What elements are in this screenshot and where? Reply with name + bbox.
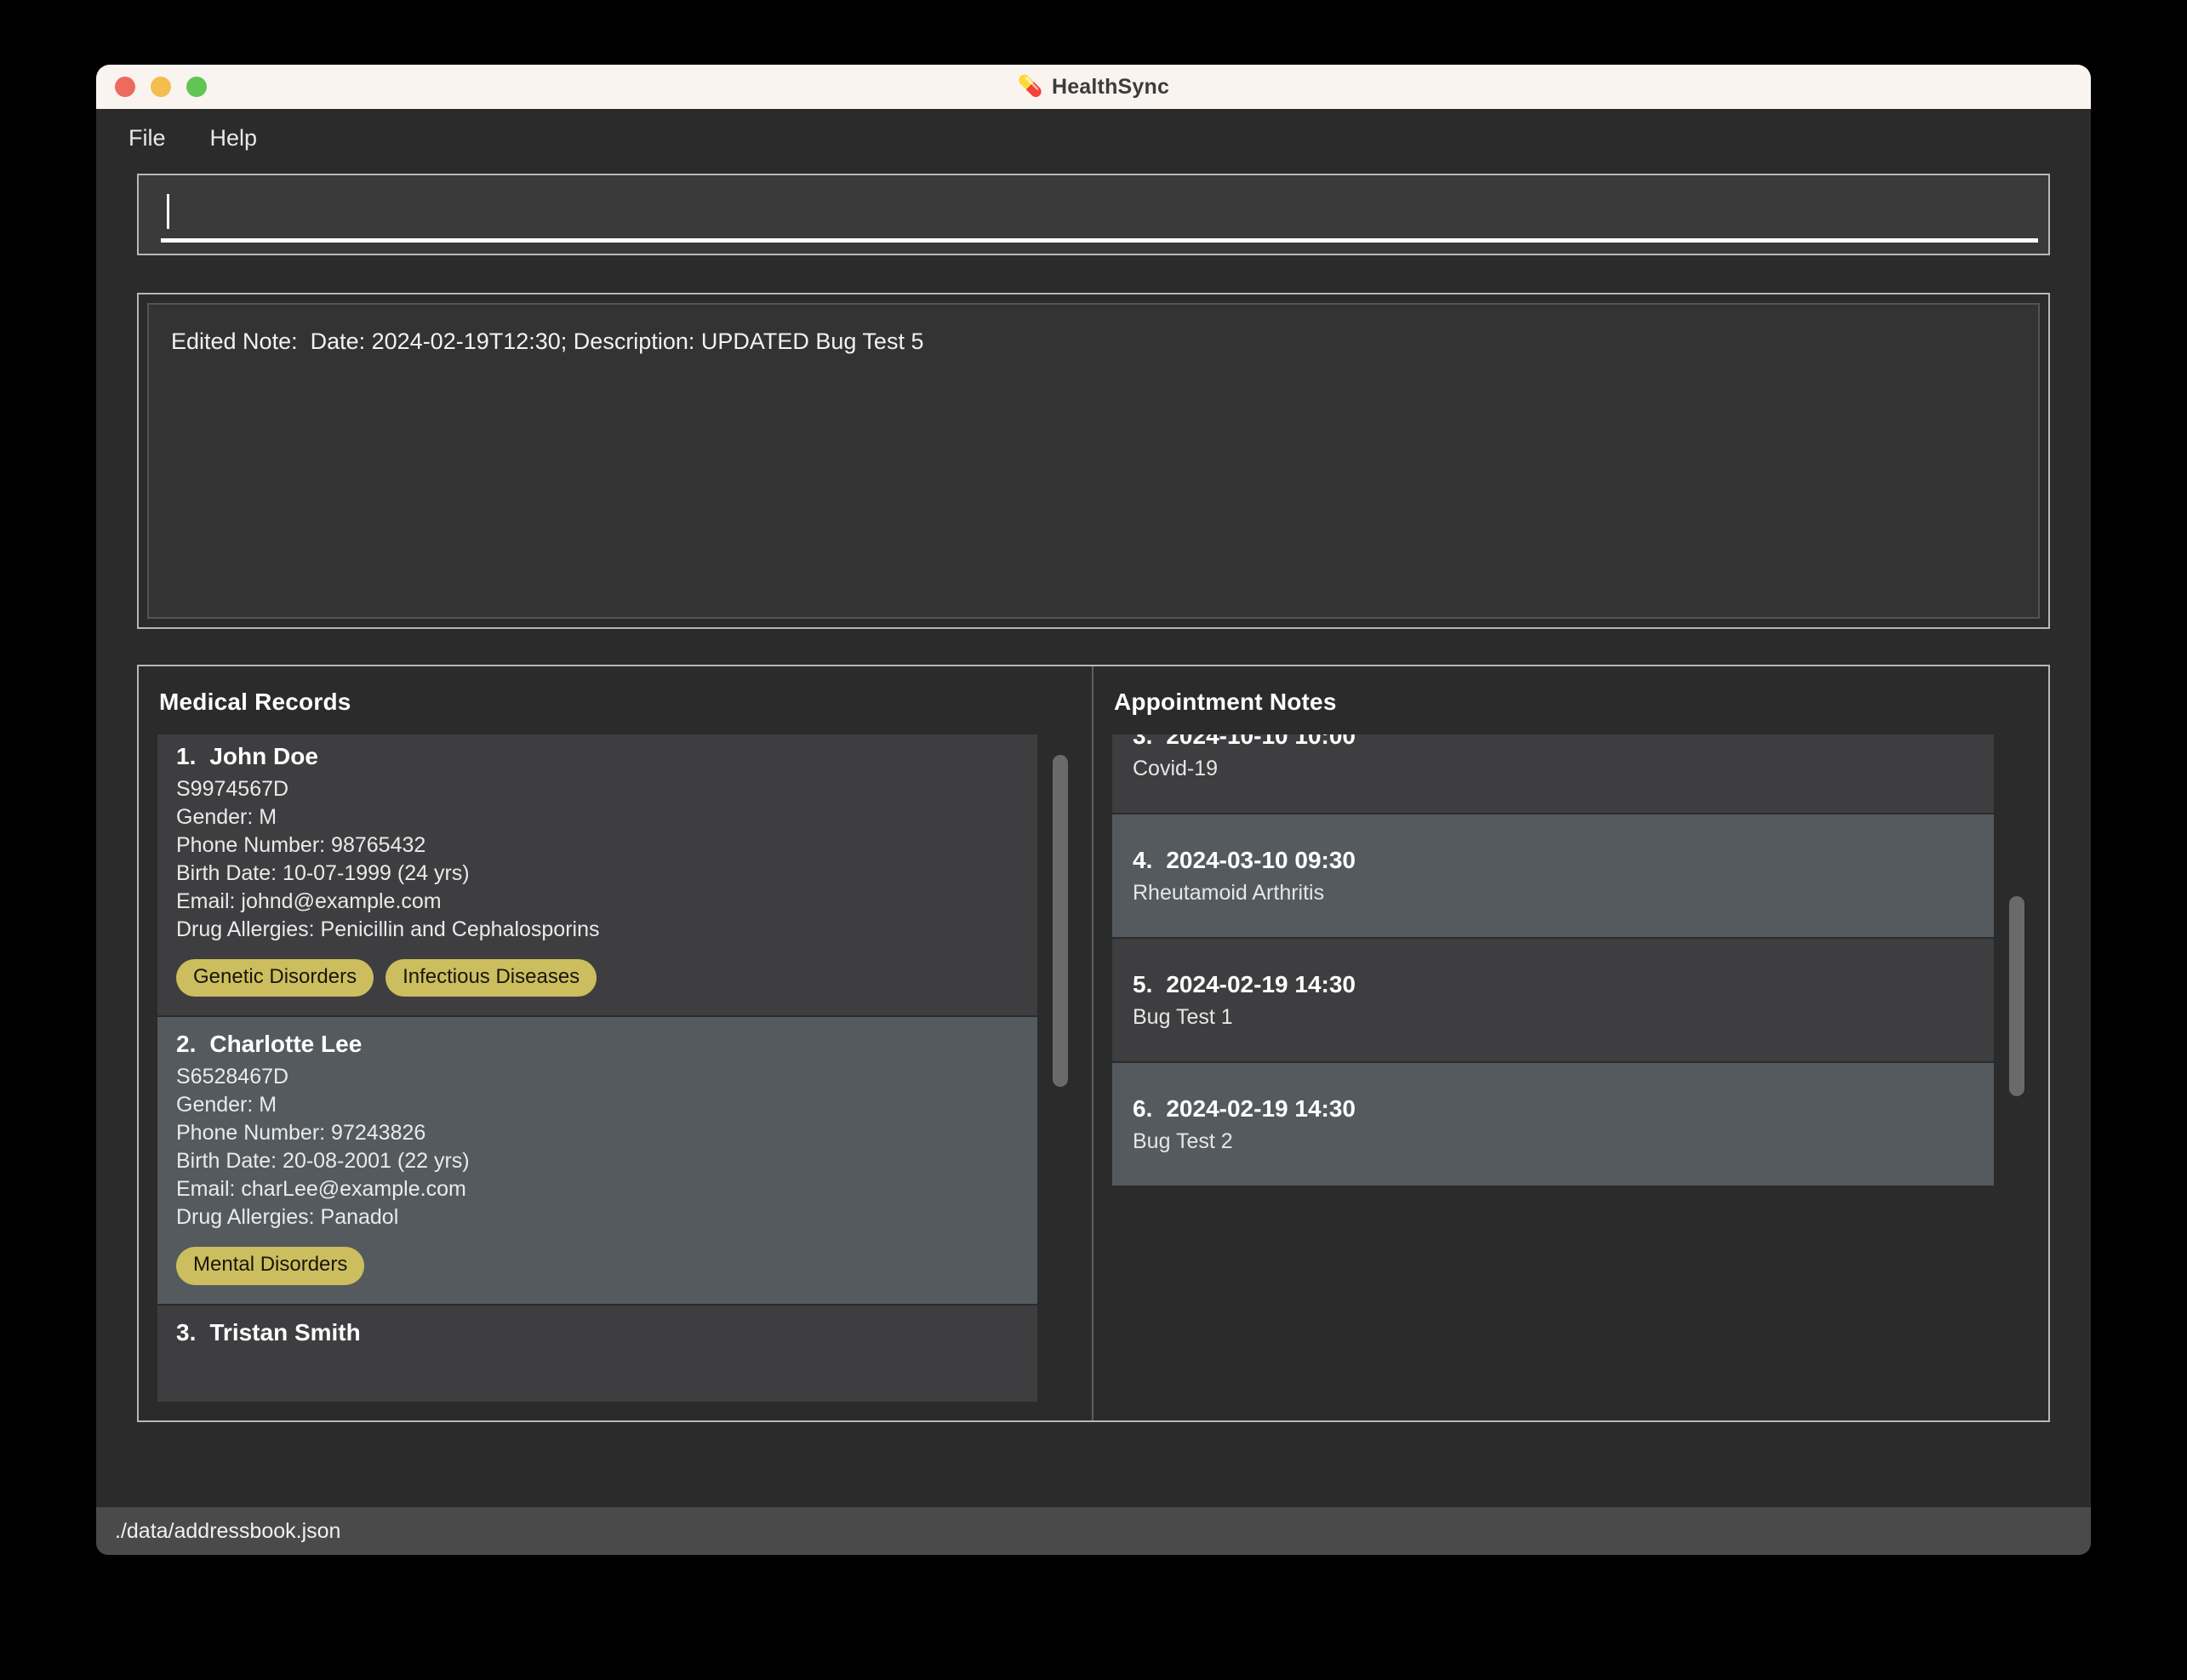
medical-record-birthdate: Birth Date: 20-08-2001 (22 yrs) — [176, 1149, 470, 1174]
window-title: 💊 HealthSync — [1018, 75, 1169, 100]
appointment-note-card[interactable]: 4. 2024-03-10 09:30 Rheutamoid Arthritis — [1112, 814, 1994, 937]
medical-record-name: Tristan Smith — [209, 1318, 361, 1346]
result-display-text: Edited Note: Date: 2024-02-19T12:30; Des… — [171, 329, 924, 354]
pill-icon: 💊 — [1017, 75, 1043, 98]
medical-record-tags: Genetic Disorders Infectious Diseases — [176, 959, 1019, 997]
minimize-button[interactable] — [151, 77, 171, 97]
medical-record-phone: Phone Number: 98765432 — [176, 833, 426, 857]
window-body: Edited Note: Date: 2024-02-19T12:30; Des… — [96, 167, 2091, 1555]
medical-record-nric: S9974567D — [176, 777, 289, 801]
medical-record-allergies: Drug Allergies: Penicillin and Cephalosp… — [176, 917, 600, 941]
window-controls — [115, 77, 207, 97]
application-window: 💊 HealthSync File Help Edited Note: Date… — [96, 65, 2091, 1555]
tag-chip[interactable]: Mental Disorders — [176, 1247, 365, 1285]
menu-item-file[interactable]: File — [122, 122, 173, 155]
appointment-note-datetime: 2024-10-10 10:00 — [1166, 734, 1356, 749]
medical-record-card[interactable]: 2. Charlotte Lee S6528467D Gender: M Pho… — [157, 1017, 1037, 1304]
scrollbar-thumb[interactable] — [1053, 755, 1068, 1087]
text-caret — [167, 194, 169, 229]
window-title-text: HealthSync — [1051, 74, 1170, 99]
appointment-note-datetime: 2024-02-19 14:30 — [1166, 970, 1356, 997]
appointment-note-header: 6. 2024-02-19 14:30 — [1133, 1095, 1973, 1123]
medical-record-card[interactable]: 3. Tristan Smith — [157, 1305, 1037, 1402]
appointment-note-description: Bug Test 1 — [1133, 1004, 1233, 1029]
window-titlebar: 💊 HealthSync — [96, 65, 2091, 109]
appointment-note-index: 6. — [1133, 1094, 1153, 1122]
appointment-note-card[interactable]: 6. 2024-02-19 14:30 Bug Test 2 — [1112, 1063, 1994, 1186]
appointment-notes-panel: Appointment Notes 3. 2024-10-10 10:00 Co… — [1094, 666, 2048, 1420]
menu-item-help[interactable]: Help — [203, 122, 265, 155]
medical-records-viewport: 1. John Doe S9974567D Gender: M Phone Nu… — [157, 734, 1073, 1402]
medical-record-card[interactable]: 1. John Doe S9974567D Gender: M Phone Nu… — [157, 734, 1037, 1016]
result-display-box: Edited Note: Date: 2024-02-19T12:30; Des… — [137, 293, 2050, 629]
appointment-note-header: 3. 2024-10-10 10:00 — [1133, 734, 1973, 750]
medical-record-index: 1. — [176, 743, 197, 769]
medical-record-header: 3. Tristan Smith — [176, 1319, 1019, 1346]
medical-records-scrollbar[interactable] — [1053, 734, 1068, 1402]
medical-record-birthdate: Birth Date: 10-07-1999 (24 yrs) — [176, 861, 470, 885]
appointment-note-index: 5. — [1133, 970, 1153, 997]
appointment-note-datetime: 2024-03-10 09:30 — [1166, 846, 1356, 873]
menu-bar: File Help — [96, 109, 2091, 167]
medical-record-email: Email: johnd@example.com — [176, 889, 442, 913]
medical-record-nric: S6528467D — [176, 1065, 289, 1089]
medical-record-allergies: Drug Allergies: Panadol — [176, 1205, 399, 1230]
appointment-note-description: Covid-19 — [1133, 756, 1219, 780]
medical-record-index: 3. — [176, 1318, 197, 1346]
medical-record-phone: Phone Number: 97243826 — [176, 1121, 426, 1146]
status-bar-file-path: ./data/addressbook.json — [115, 1518, 341, 1543]
medical-record-header: 1. John Doe — [176, 743, 1019, 770]
lists-container: Medical Records 1. John Doe S9974567D Ge… — [137, 665, 2050, 1422]
medical-records-title: Medical Records — [159, 689, 351, 715]
appointment-notes-scrollbar[interactable] — [2009, 734, 2024, 1402]
medical-record-name: John Doe — [209, 743, 318, 769]
appointment-note-card[interactable]: 5. 2024-02-19 14:30 Bug Test 1 — [1112, 939, 1994, 1061]
appointment-note-description: Rheutamoid Arthritis — [1133, 880, 1325, 905]
appointment-note-header: 4. 2024-03-10 09:30 — [1133, 847, 1973, 874]
close-button[interactable] — [115, 77, 135, 97]
command-input-underline — [161, 238, 2038, 243]
medical-record-tags: Mental Disorders — [176, 1247, 1019, 1285]
appointment-note-header: 5. 2024-02-19 14:30 — [1133, 971, 1973, 998]
medical-record-email: Email: charLee@example.com — [176, 1177, 466, 1202]
medical-record-index: 2. — [176, 1031, 197, 1058]
tag-chip[interactable]: Genetic Disorders — [176, 959, 374, 997]
medical-records-list: 1. John Doe S9974567D Gender: M Phone Nu… — [157, 734, 1037, 1402]
command-input-box[interactable] — [137, 174, 2050, 255]
appointment-note-card[interactable]: 3. 2024-10-10 10:00 Covid-19 — [1112, 734, 1994, 813]
status-bar: ./data/addressbook.json — [96, 1507, 2091, 1555]
medical-record-name: Charlotte Lee — [209, 1031, 363, 1058]
appointment-note-datetime: 2024-02-19 14:30 — [1166, 1094, 1356, 1122]
appointment-note-description: Bug Test 2 — [1133, 1129, 1233, 1153]
medical-records-panel: Medical Records 1. John Doe S9974567D Ge… — [139, 666, 1094, 1420]
scrollbar-thumb[interactable] — [2009, 896, 2024, 1096]
appointment-notes-viewport: 3. 2024-10-10 10:00 Covid-19 4. 2024-03-… — [1112, 734, 2030, 1402]
appointment-note-index: 4. — [1133, 846, 1153, 873]
desktop-background: 💊 HealthSync File Help Edited Note: Date… — [0, 0, 2187, 1680]
medical-record-gender: Gender: M — [176, 805, 277, 829]
maximize-button[interactable] — [186, 77, 207, 97]
result-display-inner: Edited Note: Date: 2024-02-19T12:30; Des… — [147, 303, 2040, 619]
medical-record-header: 2. Charlotte Lee — [176, 1031, 1019, 1058]
appointment-notes-list: 3. 2024-10-10 10:00 Covid-19 4. 2024-03-… — [1112, 734, 1994, 1187]
medical-record-gender: Gender: M — [176, 1093, 277, 1117]
appointment-notes-title: Appointment Notes — [1114, 689, 1337, 715]
appointment-note-index: 3. — [1133, 734, 1153, 749]
medical-record-body — [176, 1351, 1019, 1402]
tag-chip[interactable]: Infectious Diseases — [385, 959, 597, 997]
